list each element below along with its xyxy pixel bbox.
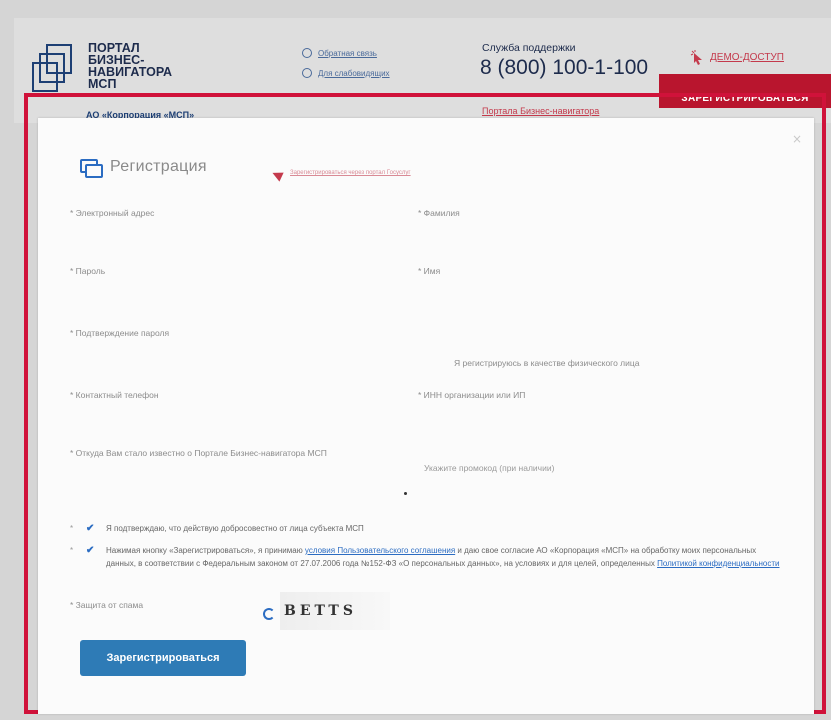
demo-access-link[interactable]: ДЕМО-ДОСТУП [690,50,784,65]
feedback-icon [302,48,312,58]
phone-field[interactable] [70,400,390,428]
required-star: * [70,524,74,533]
user-agreement-link[interactable]: условия Пользовательского соглашения [305,546,455,555]
firstname-field[interactable] [418,276,768,304]
close-icon[interactable]: × [792,132,802,146]
portal-logo-icon[interactable] [32,44,74,94]
feedback-link-label: Обратная связь [318,48,377,58]
source-label: * Откуда Вам стало известно о Портале Би… [70,448,327,458]
promo-code-input[interactable] [424,454,764,482]
feedback-link[interactable]: Обратная связь [302,48,377,58]
modal-header: Регистрация [80,158,207,178]
password-confirm-field[interactable] [70,338,390,366]
visually-impaired-link-label: Для слабовидящих [318,68,390,78]
support-label: Служба поддержки [482,42,576,54]
register-submit-button[interactable]: Зарегистрироваться [80,640,246,676]
portal-logo-title[interactable]: ПОРТАЛ БИЗНЕС- НАВИГАТОРА МСП [88,42,208,90]
source-field[interactable] [70,472,390,500]
consent-text-2-prefix: Нажимая кнопку «Зарегистрироваться», я п… [106,546,305,555]
support-phone[interactable]: 8 (800) 100-1-100 [480,56,648,80]
captcha-label: * Защита от спама [70,600,144,610]
demo-access-label: ДЕМО-ДОСТУП [710,51,784,63]
privacy-policy-link[interactable]: Политикой конфиденциальности [657,559,779,568]
consent-text-1: Я подтверждаю, что действую добросовестн… [106,524,364,533]
consent-row-2: * ✔ Нажимая кнопку «Зарегистрироваться»,… [70,544,790,570]
visually-impaired-link[interactable]: Для слабовидящих [302,68,390,78]
consent-row-1: * ✔ Я подтверждаю, что действую добросов… [70,522,790,535]
gosuslugi-link[interactable]: Зарегистрироваться через портал Госуслуг [290,170,411,176]
email-field[interactable] [70,218,390,246]
checkbox-check-icon[interactable]: ✔ [86,544,98,570]
captcha-image: BETTS [280,592,390,630]
eye-icon [302,68,312,78]
consent-text-2: Нажимая кнопку «Зарегистрироваться», я п… [106,544,786,570]
chat-icon [80,159,103,178]
individual-checkbox-label[interactable]: Я регистрируюсь в качестве физического л… [454,358,640,369]
cursor-click-icon [690,50,704,65]
modal-title: Регистрация [110,158,207,175]
registration-modal: × Регистрация Зарегистрироваться через п… [38,118,814,714]
password-field[interactable] [70,276,390,304]
refresh-icon[interactable] [263,608,275,620]
lastname-field[interactable] [418,218,768,246]
loading-dot [404,492,407,495]
checkbox-check-icon[interactable]: ✔ [86,522,98,535]
inn-field[interactable] [418,400,768,428]
arrow-icon [270,168,284,182]
required-star: * [70,546,74,555]
